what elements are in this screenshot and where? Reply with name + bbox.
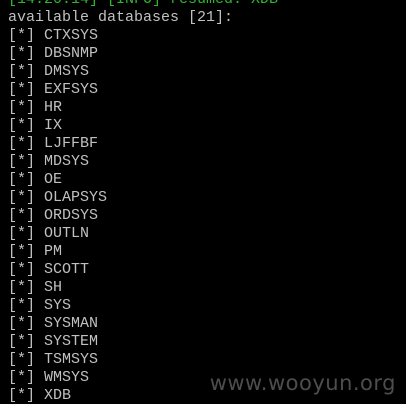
database-name: LJFFBF: [44, 135, 99, 152]
list-bullet: [*]: [8, 99, 45, 116]
database-list-item: [*] SYS: [8, 297, 406, 315]
list-bullet: [*]: [8, 297, 45, 314]
database-list-item: [*] CTXSYS: [8, 27, 406, 45]
database-name: IX: [44, 117, 63, 134]
list-bullet: [*]: [8, 315, 45, 332]
database-list: [*] CTXSYS [*] DBSNMP [*] DMSYS [*] EXFSYS[…: [8, 27, 406, 404]
list-bullet: [*]: [8, 261, 45, 278]
list-bullet: [*]: [8, 369, 45, 386]
list-bullet: [*]: [8, 27, 45, 44]
database-name: OUTLN: [44, 225, 90, 242]
database-list-item: [*] SYSTEM: [8, 333, 406, 351]
database-list-item: [*] OLAPSYS: [8, 189, 406, 207]
database-list-item: [*] OE: [8, 171, 406, 189]
database-list-item: [*] PM: [8, 243, 406, 261]
database-name: WMSYS: [44, 369, 90, 386]
database-name: CTXSYS: [44, 27, 99, 44]
list-bullet: [*]: [8, 279, 45, 296]
list-bullet: [*]: [8, 81, 45, 98]
list-bullet: [*]: [8, 333, 45, 350]
database-list-item: [*] IX: [8, 117, 406, 135]
database-list-item: [*] DMSYS: [8, 63, 406, 81]
database-list-item: [*] OUTLN: [8, 225, 406, 243]
database-name: OE: [44, 171, 63, 188]
list-bullet: [*]: [8, 45, 45, 62]
database-list-item: [*] SCOTT: [8, 261, 406, 279]
database-name: PM: [44, 243, 63, 260]
databases-header: available databases [21]:: [8, 9, 234, 26]
database-list-item: [*] LJFFBF: [8, 135, 406, 153]
database-list-item: [*] EXFSYS: [8, 81, 406, 99]
database-list-item: [*] SH: [8, 279, 406, 297]
database-name: SYS: [44, 297, 72, 314]
database-name: DBSNMP: [44, 45, 99, 62]
database-name: SYSMAN: [44, 315, 99, 332]
list-bullet: [*]: [8, 387, 45, 404]
database-name: EXFSYS: [44, 81, 99, 98]
watermark: www.wooyun.org: [209, 371, 396, 395]
list-bullet: [*]: [8, 135, 45, 152]
list-bullet: [*]: [8, 171, 45, 188]
database-list-item: [*] ORDSYS: [8, 207, 406, 225]
database-name: MDSYS: [44, 153, 90, 170]
list-bullet: [*]: [8, 189, 45, 206]
database-name: DMSYS: [44, 63, 90, 80]
list-bullet: [*]: [8, 117, 45, 134]
list-bullet: [*]: [8, 207, 45, 224]
database-list-item: [*] TSMSYS: [8, 351, 406, 369]
log-line: [14:20:14] [INFO] resumed: XDB: [8, 0, 406, 9]
database-list-item: [*] DBSNMP: [8, 45, 406, 63]
database-name: SCOTT: [44, 261, 90, 278]
database-list-item: [*] HR: [8, 99, 406, 117]
list-bullet: [*]: [8, 243, 45, 260]
database-name: SYSTEM: [44, 333, 99, 350]
database-name: ORDSYS: [44, 207, 99, 224]
database-name: XDB: [44, 387, 72, 404]
list-bullet: [*]: [8, 63, 45, 80]
database-list-item: [*] MDSYS: [8, 153, 406, 171]
terminal-window[interactable]: [14:20:14] [INFO] resumed: XDB available…: [0, 0, 406, 404]
database-name: TSMSYS: [44, 351, 99, 368]
terminal-output: [14:20:14] [INFO] resumed: XDB available…: [8, 0, 406, 404]
database-list-item: [*] SYSMAN: [8, 315, 406, 333]
list-bullet: [*]: [8, 225, 45, 242]
list-bullet: [*]: [8, 153, 45, 170]
list-bullet: [*]: [8, 351, 45, 368]
database-name: HR: [44, 99, 63, 116]
database-name: OLAPSYS: [44, 189, 108, 206]
database-name: SH: [44, 279, 63, 296]
